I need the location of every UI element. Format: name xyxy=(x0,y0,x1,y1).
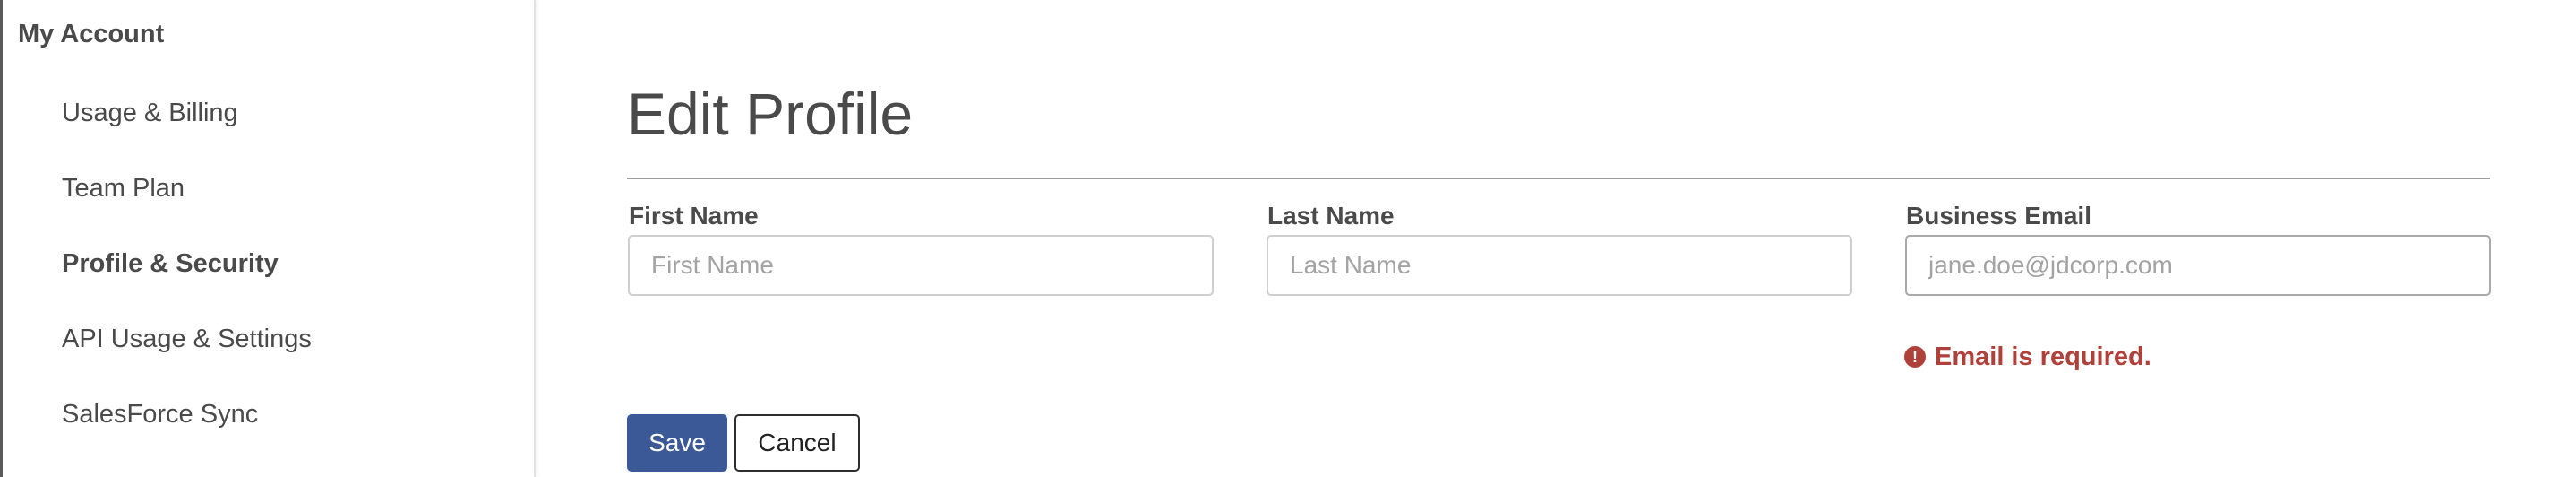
window-edge xyxy=(0,0,3,477)
cancel-button[interactable]: Cancel xyxy=(734,414,860,472)
business-email-label: Business Email xyxy=(1906,202,2091,230)
page-title: Edit Profile xyxy=(627,81,914,147)
sidebar-item-team-plan[interactable]: Team Plan xyxy=(62,170,185,206)
business-email-input[interactable] xyxy=(1905,235,2491,296)
sidebar-heading: My Account xyxy=(18,20,165,48)
title-divider xyxy=(627,178,2490,179)
email-error-message: ! Email is required. xyxy=(1904,339,2151,375)
first-name-label: First Name xyxy=(629,202,759,230)
sidebar-item-usage-billing[interactable]: Usage & Billing xyxy=(62,95,238,131)
sidebar-item-salesforce-sync[interactable]: SalesForce Sync xyxy=(62,396,258,432)
email-error-text: Email is required. xyxy=(1935,343,2151,371)
save-button[interactable]: Save xyxy=(627,414,727,472)
first-name-input[interactable] xyxy=(628,235,1214,296)
sidebar-item-profile-security[interactable]: Profile & Security xyxy=(62,246,279,282)
edit-profile-page: My Account Usage & Billing Team Plan Pro… xyxy=(0,0,2576,477)
last-name-label: Last Name xyxy=(1267,202,1395,230)
last-name-input[interactable] xyxy=(1267,235,1852,296)
exclamation-circle-icon: ! xyxy=(1904,346,1926,368)
sidebar-item-api-usage-settings[interactable]: API Usage & Settings xyxy=(62,321,312,357)
account-sidebar: My Account Usage & Billing Team Plan Pro… xyxy=(0,0,536,477)
